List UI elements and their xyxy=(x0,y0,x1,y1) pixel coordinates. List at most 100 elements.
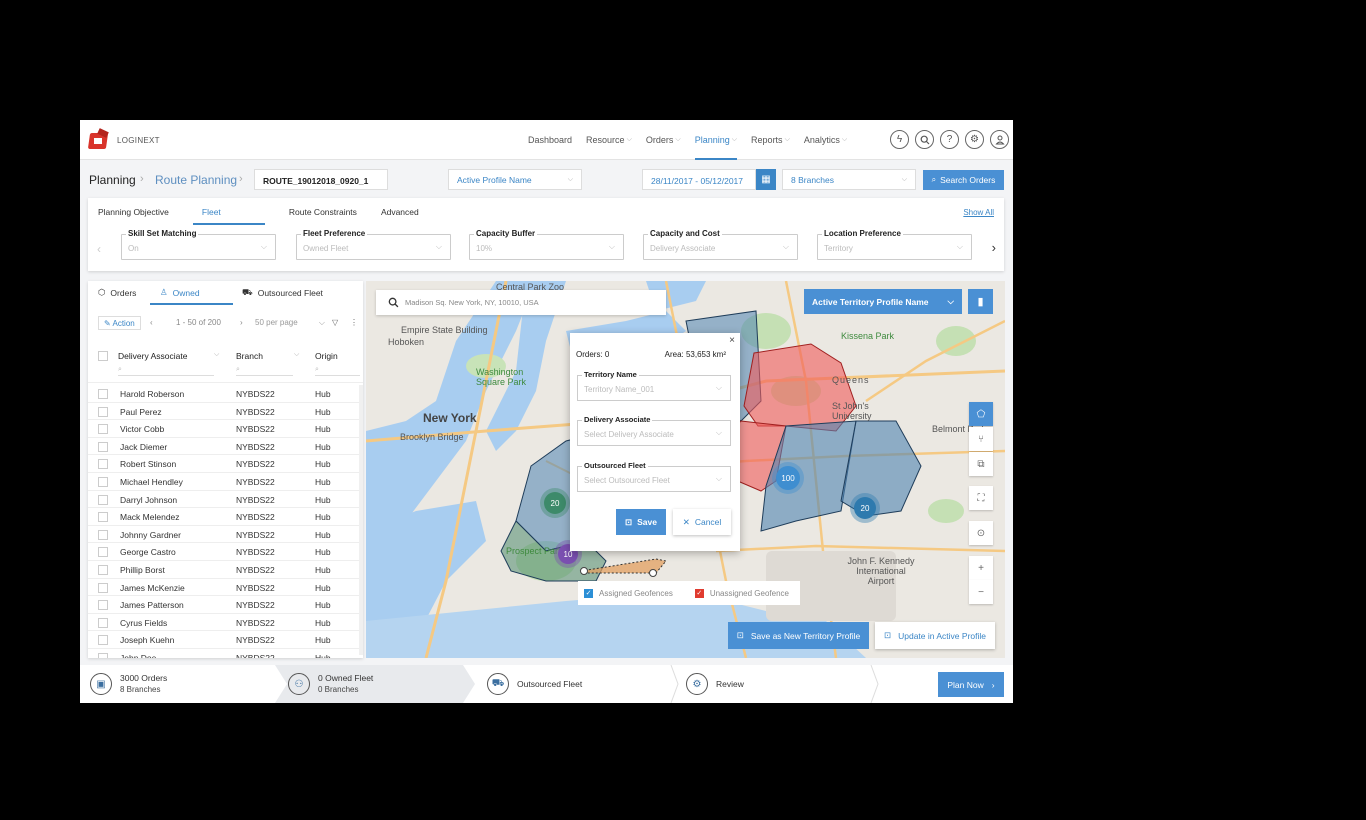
nav-planning[interactable]: Planning ⌵ xyxy=(694,120,738,160)
save-button[interactable]: ⊡ Save xyxy=(616,509,666,535)
branches-select[interactable]: 8 Branches ⌵ xyxy=(782,169,916,190)
zoom-out-icon[interactable]: − xyxy=(969,580,993,604)
delivery-associate-select[interactable]: Delivery Associate Select Delivery Assoc… xyxy=(577,415,731,446)
chevron-right-icon[interactable]: › xyxy=(992,240,996,255)
table-row[interactable]: Joseph Kuehn NYBDS22 Hub xyxy=(88,631,363,649)
date-range-input[interactable]: 28/11/2017 - 05/12/2017 xyxy=(642,169,756,190)
cluster-marker[interactable]: 20 xyxy=(544,492,566,514)
row-checkbox[interactable] xyxy=(98,512,108,523)
row-checkbox[interactable] xyxy=(98,459,108,470)
row-checkbox[interactable] xyxy=(98,406,108,417)
update-in-active-profile-button[interactable]: ⊡ Update in Active Profile xyxy=(875,622,995,649)
row-checkbox[interactable] xyxy=(98,652,108,658)
table-row[interactable]: Darryl Johnson NYBDS22 Hub xyxy=(88,491,363,509)
step-review[interactable]: ⚙ Review xyxy=(686,665,744,703)
nav-analytics[interactable]: Analytics ⌵ xyxy=(804,120,847,160)
row-checkbox[interactable] xyxy=(98,441,108,452)
user-icon[interactable] xyxy=(990,130,1009,149)
map-layers-icon[interactable]: ▮ xyxy=(968,289,993,314)
territory-profile-select[interactable]: Active Territory Profile Name ⌵ xyxy=(804,289,962,314)
branch-search-input[interactable]: ⌕ xyxy=(236,366,293,376)
table-row[interactable]: George Castro NYBDS22 Hub xyxy=(88,543,363,561)
tab-route-constraints[interactable]: Route Constraints xyxy=(289,198,357,225)
table-row[interactable]: Mack Melendez NYBDS22 Hub xyxy=(88,508,363,526)
unassigned-geofence-toggle[interactable]: ✓ Unassigned Geofence xyxy=(694,588,789,598)
step-orders[interactable]: ▣ 3000 Orders 8 Branches xyxy=(90,665,167,703)
capacity-and-cost-select[interactable]: Capacity and Cost Delivery Associate ⌵ xyxy=(643,229,798,260)
nav-resource[interactable]: Resource ⌵ xyxy=(586,120,632,160)
help-icon[interactable]: ? xyxy=(940,130,959,149)
gear-icon[interactable]: ⚙ xyxy=(965,130,984,149)
row-checkbox[interactable] xyxy=(98,617,108,628)
nav-reports[interactable]: Reports ⌵ xyxy=(751,120,790,160)
active-profile-select[interactable]: Active Profile Name ⌵ xyxy=(448,169,582,190)
tab-orders[interactable]: ⬡ Orders xyxy=(98,287,136,298)
row-checkbox[interactable] xyxy=(98,424,108,435)
close-icon[interactable]: × xyxy=(729,335,735,346)
table-row[interactable]: James McKenzie NYBDS22 Hub xyxy=(88,579,363,597)
fullscreen-icon[interactable]: ⛶ xyxy=(969,486,993,510)
filter-icon[interactable]: ▽ xyxy=(332,318,338,327)
tab-owned[interactable]: ♙ Owned xyxy=(160,287,200,298)
lightning-icon[interactable]: ϟ xyxy=(890,130,909,149)
chevron-left-icon[interactable]: ‹ xyxy=(97,242,101,256)
map-view[interactable]: Central Park Zoo Empire State Building H… xyxy=(366,281,1005,658)
origin-search-input[interactable]: ⌕ xyxy=(315,366,360,376)
outsourced-fleet-select[interactable]: Outsourced Fleet Select Outsourced Fleet… xyxy=(577,461,731,492)
table-row[interactable]: Phillip Borst NYBDS22 Hub xyxy=(88,561,363,579)
table-row[interactable]: John Doe NYBDS22 Hub xyxy=(88,649,363,658)
fleet-preference-select[interactable]: Fleet Preference Owned Fleet ⌵ xyxy=(296,229,451,260)
location-preference-select[interactable]: Location Preference Territory ⌵ xyxy=(817,229,972,260)
split-icon[interactable]: ⑂ xyxy=(969,427,993,451)
chevron-down-icon[interactable]: ⌵ xyxy=(294,351,299,359)
search-icon[interactable] xyxy=(915,130,934,149)
prev-page-icon[interactable]: ‹ xyxy=(150,318,153,327)
associate-search-input[interactable]: ⌕ xyxy=(118,366,214,376)
tab-fleet[interactable]: Fleet xyxy=(192,198,265,225)
nav-orders[interactable]: Orders ⌵ xyxy=(646,120,681,160)
step-outsourced-fleet[interactable]: ⛟ Outsourced Fleet xyxy=(487,665,582,703)
search-orders-button[interactable]: ⌕ Search Orders xyxy=(923,170,1004,190)
chevron-down-icon[interactable]: ⌵ xyxy=(214,351,219,359)
cluster-marker[interactable]: 100 xyxy=(776,466,800,490)
merge-icon[interactable]: ⧉ xyxy=(969,452,993,476)
row-checkbox[interactable] xyxy=(98,635,108,646)
column-header-origin[interactable]: Origin xyxy=(315,351,338,361)
row-checkbox[interactable] xyxy=(98,494,108,505)
column-header-associate[interactable]: Delivery Associate xyxy=(118,351,187,361)
zoom-in-icon[interactable]: + xyxy=(969,556,993,580)
step-owned-fleet[interactable]: ⚇ 0 Owned Fleet 0 Branches xyxy=(288,665,373,703)
show-all-link[interactable]: Show All xyxy=(963,208,994,217)
column-header-branch[interactable]: Branch xyxy=(236,351,263,361)
logo[interactable]: LOGINEXT xyxy=(87,128,160,150)
breadcrumb-planning[interactable]: Planning xyxy=(89,173,136,187)
scrollbar[interactable] xyxy=(359,385,363,655)
cluster-marker[interactable]: 20 xyxy=(854,497,876,519)
cancel-button[interactable]: ✕ Cancel xyxy=(673,509,731,535)
table-row[interactable]: Harold Roberson NYBDS22 Hub xyxy=(88,385,363,403)
table-row[interactable]: Victor Cobb NYBDS22 Hub xyxy=(88,420,363,438)
action-button[interactable]: ✎ Action xyxy=(98,316,141,330)
map-search-input[interactable]: Madison Sq. New York, NY, 10010, USA xyxy=(376,290,666,315)
row-checkbox[interactable] xyxy=(98,564,108,575)
row-checkbox[interactable] xyxy=(98,389,108,399)
table-row[interactable]: Johnny Gardner NYBDS22 Hub xyxy=(88,526,363,544)
save-as-new-territory-profile-button[interactable]: ⊡ Save as New Territory Profile xyxy=(728,622,869,649)
row-checkbox[interactable] xyxy=(98,547,108,558)
table-row[interactable]: Cyrus Fields NYBDS22 Hub xyxy=(88,614,363,632)
row-checkbox[interactable] xyxy=(98,476,108,487)
select-all-checkbox[interactable] xyxy=(98,351,108,361)
skill-set-matching-select[interactable]: Skill Set Matching On ⌵ xyxy=(121,229,276,260)
table-row[interactable]: James Patterson NYBDS22 Hub xyxy=(88,596,363,614)
table-row[interactable]: Jack Diemer NYBDS22 Hub xyxy=(88,438,363,456)
tab-planning-objective[interactable]: Planning Objective xyxy=(98,198,169,225)
table-row[interactable]: Michael Hendley NYBDS22 Hub xyxy=(88,473,363,491)
route-name-input[interactable]: ROUTE_19012018_0920_1 xyxy=(254,169,388,190)
table-row[interactable]: Robert Stinson NYBDS22 Hub xyxy=(88,455,363,473)
assigned-geofence-toggle[interactable]: ✓ Assigned Geofences xyxy=(584,588,673,598)
row-checkbox[interactable] xyxy=(98,529,108,540)
table-row[interactable]: Paul Perez NYBDS22 Hub xyxy=(88,403,363,421)
more-options-icon[interactable]: ⋮ xyxy=(350,318,358,327)
capacity-buffer-select[interactable]: Capacity Buffer 10% ⌵ xyxy=(469,229,624,260)
tab-advanced[interactable]: Advanced xyxy=(381,198,419,225)
